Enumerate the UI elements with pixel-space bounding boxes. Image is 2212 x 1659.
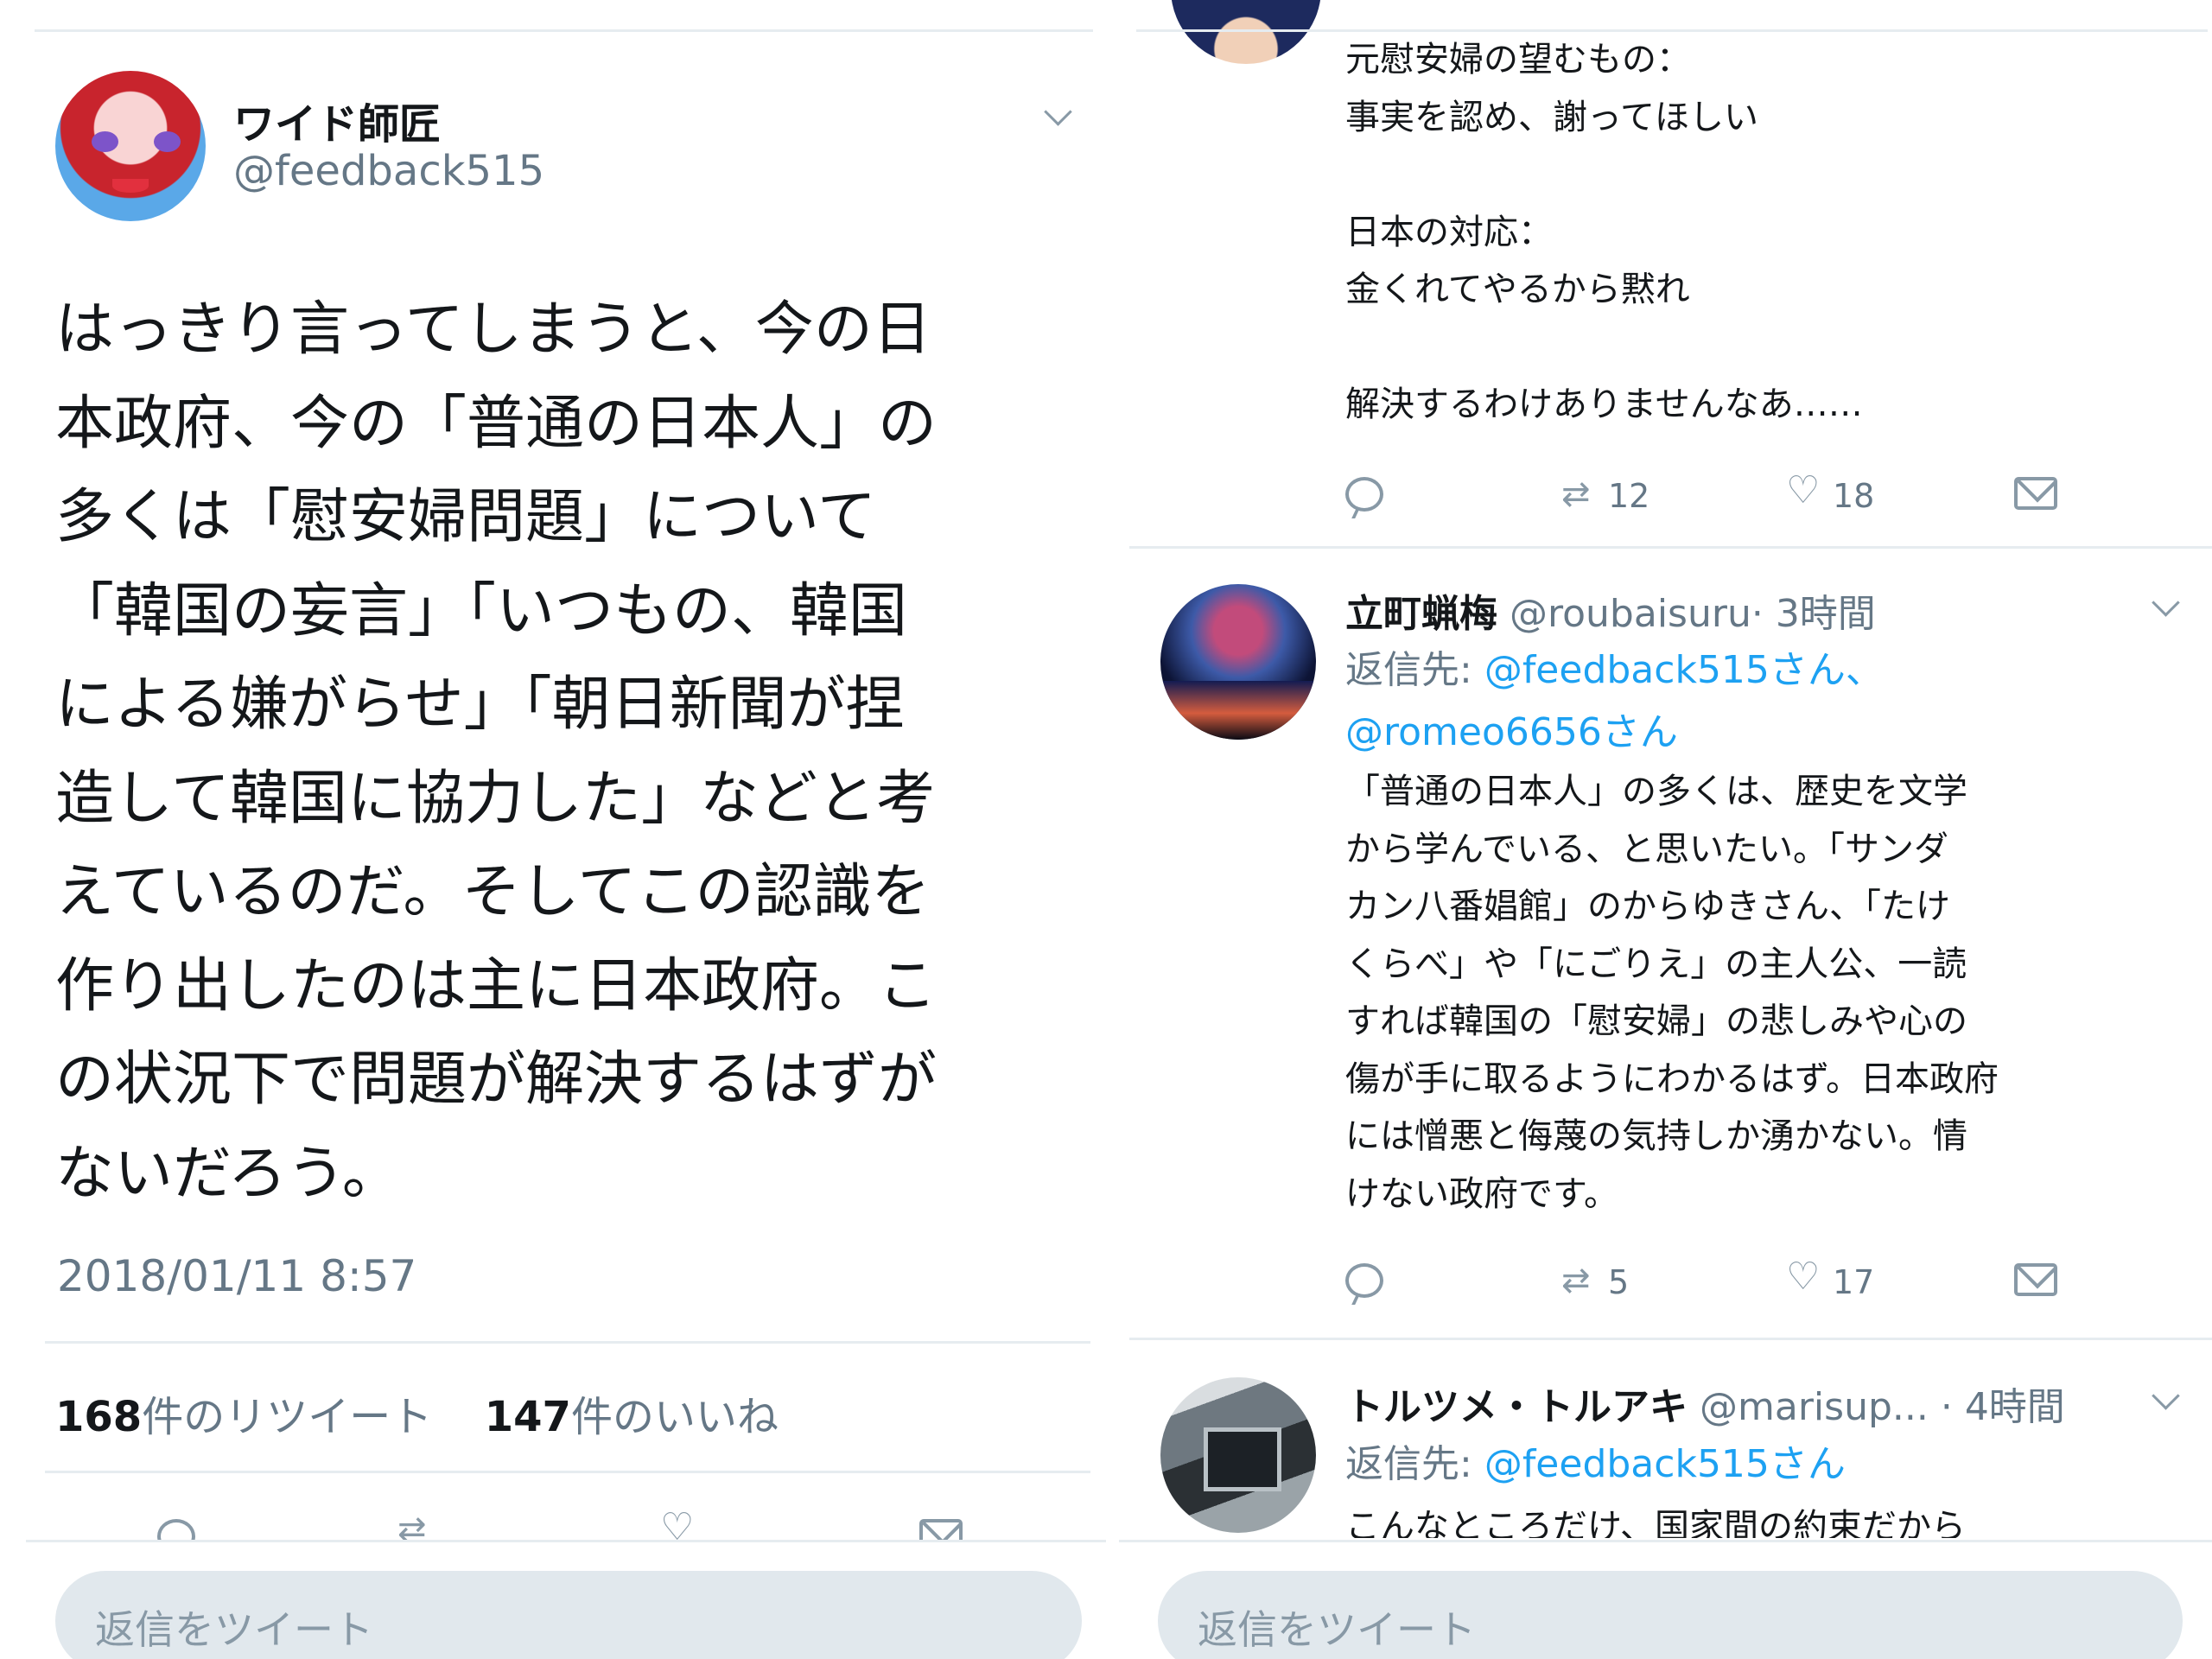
author-handle[interactable]: @marisup...	[1700, 1385, 1929, 1429]
body-line: 多くは「慰安婦問題」について	[55, 483, 876, 551]
reply-to: 返信先: @feedback515さん	[1345, 1433, 1846, 1488]
action-bar: ⇄ ♡	[0, 1512, 1119, 1540]
avatar[interactable]	[1171, 0, 1321, 64]
retweet-icon[interactable]: ⇄	[1561, 1263, 1591, 1298]
reply-text: 元慰安婦の望むもの： 事実を認め、謝ってほしい 日本の対応： 金くれてやるから黙…	[1345, 40, 1863, 424]
retweet-count: 5	[1608, 1263, 1630, 1301]
body-line: えているのだ。そしてこの認識を	[55, 858, 931, 926]
reply-to-label: 返信先:	[1345, 1442, 1484, 1486]
reply-input[interactable]: 返信をツイート	[1158, 1571, 2183, 1659]
reply-to-label: 返信先:	[1345, 648, 1484, 692]
divider	[1129, 546, 2212, 549]
reply-to: 返信先: @feedback515さん、 @romeo6656さん	[1345, 639, 1884, 764]
main-tweet-panel: ワイド師匠 @feedback515 はっきり言ってしまうと、今の日 本政府、今…	[0, 0, 1119, 1659]
author-handle[interactable]: @roubaisuru	[1510, 592, 1751, 636]
tweet-time: · 3時間	[1751, 592, 1876, 636]
author-name[interactable]: 立町蝋梅	[1345, 592, 1497, 636]
reply-icon[interactable]	[1345, 1263, 1383, 1298]
reply-to-link[interactable]: @feedback515さん、	[1484, 648, 1884, 692]
envelope-icon[interactable]	[2014, 1263, 2057, 1296]
author-name[interactable]: トルツメ・トルアキ	[1345, 1385, 1688, 1429]
body-line: ないだろう。	[55, 1139, 401, 1208]
envelope-icon[interactable]	[919, 1519, 963, 1540]
tweet-time: · 4時間	[1940, 1385, 2065, 1429]
avatar[interactable]	[55, 71, 206, 221]
reply-icon[interactable]	[1345, 477, 1383, 512]
like-icon[interactable]: ♡	[1786, 1258, 1820, 1296]
reply-text: 「普通の日本人」の多くは、歴史を文学 から学んでいる、と思いたい。「サンダ カン…	[1345, 772, 1999, 1214]
avatar[interactable]	[1160, 584, 1316, 740]
body-line: 造して韓国に協力した」などと考	[55, 764, 935, 833]
retweet-count[interactable]: 168	[55, 1393, 142, 1441]
reply-input[interactable]: 返信をツイート	[55, 1571, 1082, 1659]
author-name[interactable]: ワイド師匠	[233, 90, 441, 150]
divider	[26, 1540, 1106, 1542]
reply-icon[interactable]	[157, 1519, 195, 1540]
reply-text-clip: こんなところだけ、国家間の約束だから	[1345, 1498, 2201, 1538]
divider	[1129, 1338, 2212, 1340]
like-count: 18	[1833, 477, 1875, 515]
replies-panel: 元慰安婦の望むもの： 事実を認め、謝ってほしい 日本の対応： 金くれてやるから黙…	[1119, 0, 2212, 1659]
divider	[45, 1341, 1090, 1344]
retweet-icon[interactable]: ⇄	[397, 1512, 427, 1540]
body-line: 「韓国の妄言」「いつもの、韓国	[55, 576, 908, 645]
avatar[interactable]	[1160, 1377, 1316, 1533]
like-count[interactable]: 147	[485, 1393, 571, 1441]
envelope-icon[interactable]	[2014, 477, 2057, 510]
top-divider	[35, 29, 1093, 32]
divider	[45, 1471, 1090, 1473]
like-count-label[interactable]: 件のいいね	[571, 1393, 779, 1441]
clipped-avatar	[1171, 0, 1326, 66]
like-icon[interactable]: ♡	[660, 1512, 694, 1540]
tweet-header: 立町蝋梅 @roubaisuru· 3時間	[1345, 582, 1876, 638]
chevron-down-icon[interactable]	[2152, 1382, 2180, 1410]
reply-placeholder: 返信をツイート	[95, 1606, 373, 1653]
retweet-count-label[interactable]: 件のリツイート	[142, 1393, 432, 1441]
author-handle[interactable]: @feedback515	[233, 147, 544, 195]
tweet-header: トルツメ・トルアキ @marisup... · 4時間	[1345, 1376, 2065, 1431]
body-line: による嫌がらせ」「朝日新聞が捏	[55, 671, 905, 739]
reply-to-link[interactable]: @romeo6656さん	[1345, 710, 1678, 754]
like-count: 17	[1833, 1263, 1875, 1301]
divider	[1119, 1540, 2212, 1542]
tweet-stats: 168件のリツイート 147件のいいね	[55, 1382, 779, 1443]
like-icon[interactable]: ♡	[1786, 472, 1820, 510]
body-line: はっきり言ってしまうと、今の日	[55, 296, 931, 364]
body-line: 本政府、今の「普通の日本人」の	[55, 389, 938, 458]
retweet-icon[interactable]: ⇄	[1561, 477, 1591, 512]
tweet-body: はっきり言ってしまうと、今の日 本政府、今の「普通の日本人」の 多くは「慰安婦問…	[55, 283, 937, 1221]
reply-to-link[interactable]: @feedback515さん	[1484, 1442, 1846, 1486]
reply-text: こんなところだけ、国家間の約束だから	[1345, 1507, 1966, 1538]
tweet-timestamp: 2018/01/11 8:57	[57, 1251, 417, 1301]
reply-placeholder: 返信をツイート	[1198, 1606, 1476, 1653]
body-line: 作り出したのは主に日本政府。こ	[55, 951, 938, 1020]
chevron-down-icon[interactable]	[2152, 588, 2180, 617]
retweet-count: 12	[1608, 477, 1650, 515]
chevron-down-icon[interactable]	[1044, 98, 1072, 126]
body-line: の状況下で問題が解決するはずが	[55, 1046, 938, 1114]
